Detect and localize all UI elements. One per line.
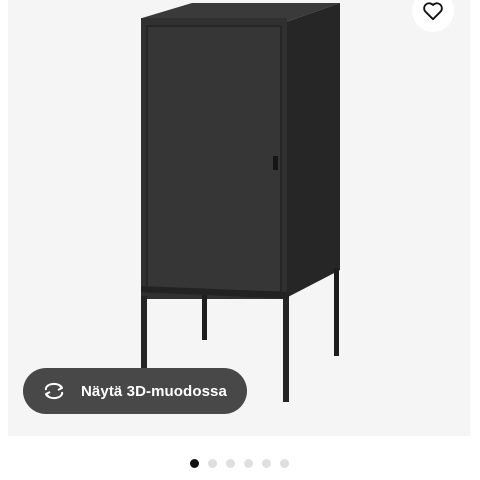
- pager-dot[interactable]: [244, 458, 253, 468]
- pager-dot[interactable]: [280, 458, 289, 468]
- rotate-3d-icon: [41, 379, 71, 403]
- heart-icon: [422, 1, 444, 21]
- view-3d-button[interactable]: Näytä 3D-muodossa: [23, 368, 247, 414]
- image-pager: [0, 458, 480, 468]
- view-3d-label: Näytä 3D-muodossa: [81, 382, 227, 400]
- pager-dot[interactable]: [226, 458, 235, 468]
- pager-dot[interactable]: [190, 458, 199, 468]
- pager-dot[interactable]: [262, 458, 271, 468]
- pager-dot[interactable]: [208, 458, 217, 468]
